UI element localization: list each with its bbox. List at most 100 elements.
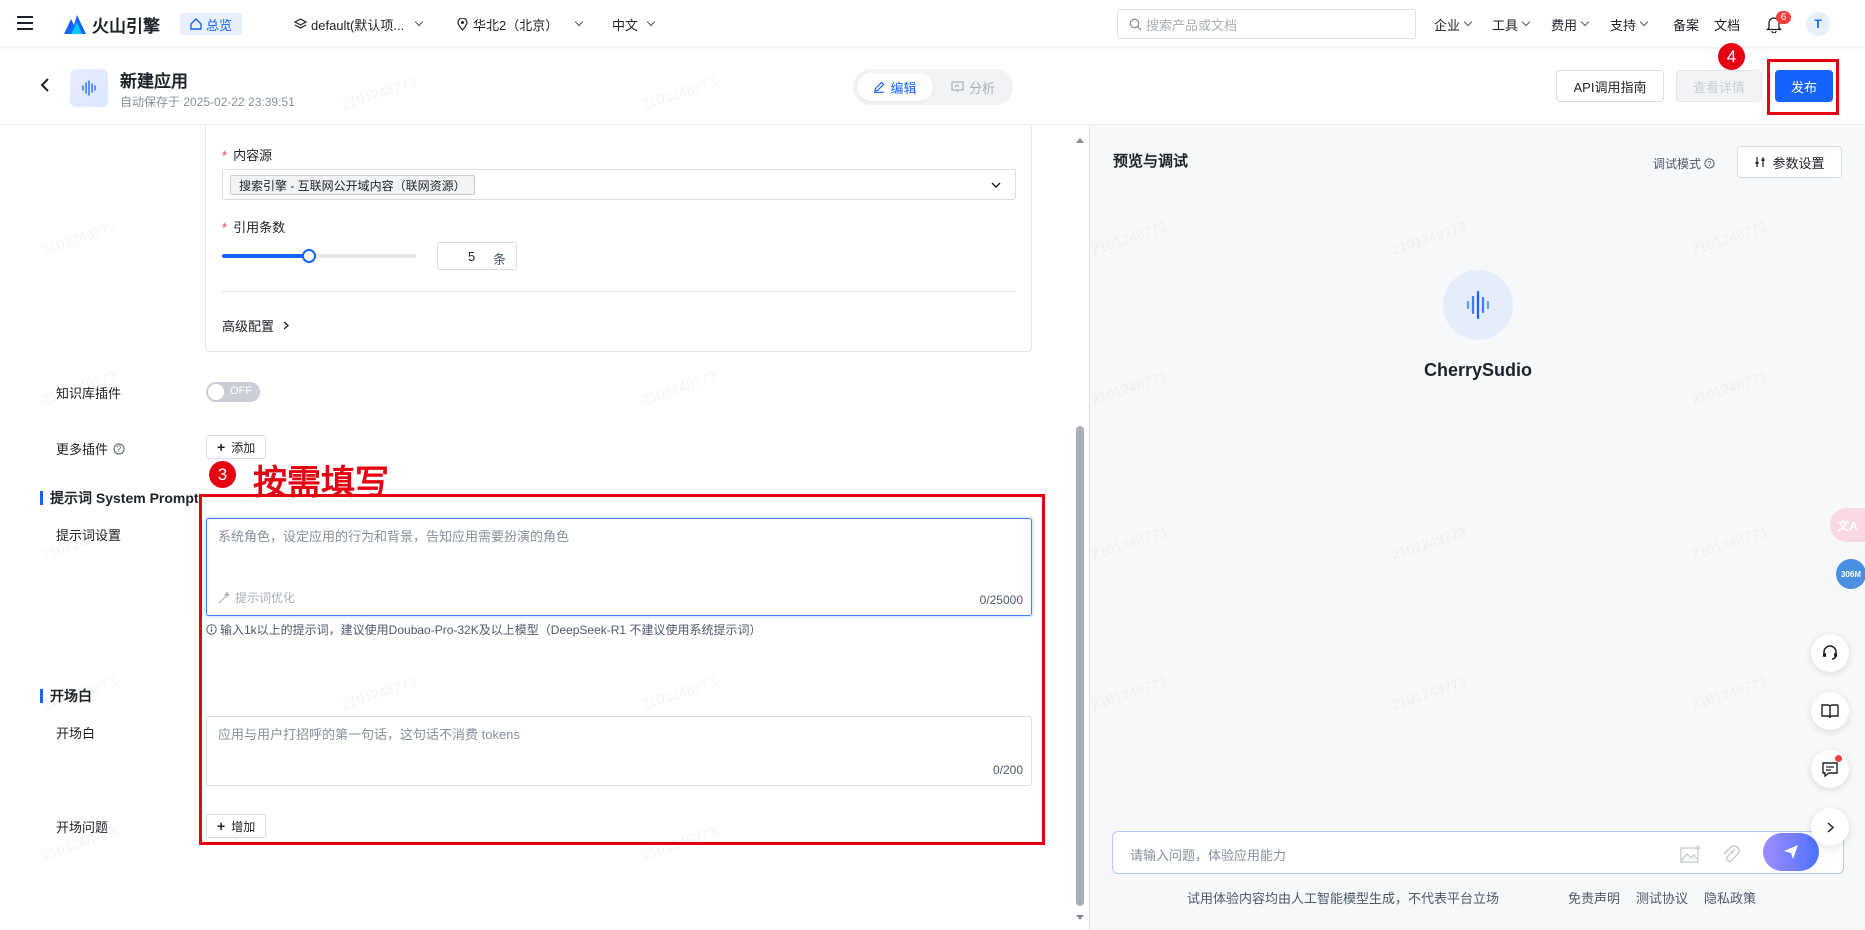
nav-menu-enterprise[interactable]: 企业 bbox=[1434, 0, 1473, 48]
notification-bell[interactable]: 6 bbox=[1765, 11, 1791, 34]
nav-link-filing[interactable]: 备案 bbox=[1673, 0, 1699, 48]
help-circle-icon[interactable]: ? bbox=[113, 443, 125, 455]
nav-menu-support[interactable]: 支持 bbox=[1610, 0, 1649, 48]
brand-name: 火山引擎 bbox=[92, 16, 160, 36]
watermark: 2101248773 bbox=[339, 673, 418, 712]
chart-board-icon bbox=[951, 81, 964, 92]
paperclip-icon[interactable] bbox=[1721, 843, 1741, 865]
divider bbox=[222, 291, 1016, 292]
project-selector[interactable]: default(默认项... bbox=[294, 0, 424, 48]
memory-badge: 306M bbox=[1836, 559, 1865, 589]
scrollbar-thumb[interactable] bbox=[1076, 426, 1084, 906]
annotation-label-fill-as-needed: 按需填写 bbox=[253, 463, 389, 503]
search-icon bbox=[1129, 18, 1142, 31]
prompt-section-title: 提示词 System Prompt bbox=[40, 491, 199, 505]
system-prompt-textarea[interactable]: 系统角色，设定应用的行为和背景，告知应用需要扮演的角色 提示词优化 0/2500… bbox=[206, 518, 1032, 616]
customer-service-button[interactable] bbox=[1811, 634, 1849, 672]
hamburger-menu-icon[interactable] bbox=[17, 15, 35, 31]
opening-label: 开场白 bbox=[56, 726, 96, 741]
brand-logo[interactable]: 火山引擎 bbox=[62, 0, 160, 48]
nav-menu-tools[interactable]: 工具 bbox=[1492, 0, 1531, 48]
footer-link-privacy[interactable]: 隐私政策 bbox=[1704, 888, 1756, 907]
kb-plugin-toggle[interactable]: OFF bbox=[206, 382, 260, 402]
watermark: 2101248773 bbox=[1389, 218, 1468, 257]
advanced-config-toggle[interactable]: 高级配置 bbox=[222, 316, 290, 335]
param-settings-button[interactable]: 参数设置 bbox=[1737, 146, 1842, 178]
watermark: 2101248773 bbox=[39, 218, 118, 257]
expand-widgets-button[interactable] bbox=[1811, 808, 1849, 846]
tab-edit[interactable]: 编辑 bbox=[857, 73, 933, 101]
watermark: 2101248773 bbox=[1089, 218, 1168, 257]
more-plugins-label: 更多插件 ? bbox=[56, 439, 125, 458]
preview-panel: 2101248773 2101248773 2101248773 2101248… bbox=[1089, 125, 1865, 930]
annotation-step-3: 3 bbox=[209, 461, 236, 488]
translate-widget[interactable]: 文A bbox=[1830, 508, 1865, 542]
editor-scrollbar[interactable] bbox=[1075, 130, 1085, 925]
svg-text:?: ? bbox=[117, 444, 122, 453]
avatar[interactable]: T bbox=[1806, 12, 1830, 36]
feedback-button[interactable] bbox=[1811, 750, 1849, 788]
preview-title: 预览与调试 bbox=[1113, 153, 1189, 170]
top-nav: 火山引擎 总览 default(默认项... 华北2（北京） 中文 搜索产品或文… bbox=[0, 0, 1865, 48]
opening-char-counter: 0/200 bbox=[992, 763, 1023, 777]
content-source-select[interactable]: 搜索引擎 - 互联网公开域内容（联网资源） bbox=[222, 169, 1016, 200]
citation-count-input[interactable]: 5 条 bbox=[437, 242, 517, 270]
pencil-icon bbox=[874, 81, 885, 93]
watermark: 2101248773 bbox=[1689, 523, 1768, 562]
chevron-down-icon bbox=[1463, 17, 1473, 27]
chevron-down-icon bbox=[991, 182, 1001, 188]
page-title: 新建应用 bbox=[120, 72, 188, 91]
image-upload-icon[interactable] bbox=[1680, 844, 1702, 864]
nav-menu-billing[interactable]: 费用 bbox=[1551, 0, 1590, 48]
watermark: 2101248773 bbox=[1089, 523, 1168, 562]
opening-textarea[interactable]: 应用与用户打招呼的第一句话，这句话不消费 tokens 0/200 bbox=[206, 716, 1032, 786]
prompt-char-counter: 0/25000 bbox=[979, 593, 1023, 607]
chat-input[interactable]: 请输入问题，体验应用能力 bbox=[1112, 831, 1844, 874]
watermark: 2101248773 bbox=[1089, 368, 1168, 407]
citation-slider[interactable] bbox=[222, 249, 416, 263]
opening-section-title: 开场白 bbox=[40, 689, 92, 703]
chevron-right-icon bbox=[283, 321, 290, 330]
send-button[interactable] bbox=[1763, 833, 1819, 871]
send-icon bbox=[1784, 845, 1798, 859]
language-selector[interactable]: 中文 bbox=[612, 0, 656, 48]
view-details-button[interactable]: 查看详情 bbox=[1676, 70, 1762, 102]
autosave-status: 自动保存于 2025-02-22 23:39:51 bbox=[120, 95, 295, 109]
kb-plugin-label: 知识库插件 bbox=[56, 386, 122, 401]
chevron-down-icon bbox=[574, 17, 584, 27]
overview-button[interactable]: 总览 bbox=[180, 13, 243, 35]
footer-link-disclaimer[interactable]: 免责声明 bbox=[1568, 888, 1620, 907]
watermark: 2101248773 bbox=[1389, 673, 1468, 712]
volcano-logo-icon bbox=[64, 15, 86, 34]
publish-button[interactable]: 发布 bbox=[1775, 70, 1833, 102]
watermark: 2101248773 bbox=[1089, 673, 1168, 712]
debug-mode-toggle[interactable]: 调试模式 ? bbox=[1653, 155, 1715, 172]
annotation-step-4: 4 bbox=[1718, 43, 1745, 70]
soundwave-icon bbox=[1466, 290, 1490, 320]
app-icon bbox=[70, 69, 108, 107]
watermark: 2101248773 bbox=[639, 368, 718, 407]
app-name: CherrySudio bbox=[1423, 360, 1533, 380]
toggle-knob bbox=[208, 384, 224, 400]
disclaimer-text: 试用体验内容均由人工智能模型生成，不代表平台立场 bbox=[1187, 891, 1500, 906]
citation-slider-fill bbox=[222, 254, 310, 258]
chevron-down-icon bbox=[1580, 17, 1590, 27]
add-question-button[interactable]: + 增加 bbox=[206, 814, 267, 838]
nav-link-docs[interactable]: 文档 bbox=[1714, 0, 1740, 48]
content-source-label: * 内容源 bbox=[222, 148, 273, 163]
mode-tabs: 编辑 分析 bbox=[853, 69, 1013, 105]
docs-button[interactable] bbox=[1811, 692, 1849, 730]
plus-icon: + bbox=[217, 818, 226, 834]
chevron-right-icon bbox=[1826, 821, 1834, 833]
prompt-optimize-button[interactable]: 提示词优化 bbox=[218, 589, 295, 606]
api-guide-button[interactable]: API调用指南 bbox=[1556, 70, 1664, 102]
tab-analysis[interactable]: 分析 bbox=[941, 73, 1005, 101]
help-circle-icon: ? bbox=[1704, 158, 1715, 169]
info-circle-icon bbox=[206, 624, 217, 635]
footer-link-test-agreement[interactable]: 测试协议 bbox=[1636, 888, 1688, 907]
prompt-hint: 输入1k以上的提示词，建议使用Doubao-Pro-32K及以上模型（DeepS… bbox=[206, 621, 761, 638]
search-input[interactable]: 搜索产品或文档 bbox=[1117, 9, 1416, 39]
region-selector[interactable]: 华北2（北京） bbox=[457, 0, 584, 48]
back-arrow-icon[interactable] bbox=[39, 77, 51, 93]
watermark: 2101248773 bbox=[1689, 673, 1768, 712]
